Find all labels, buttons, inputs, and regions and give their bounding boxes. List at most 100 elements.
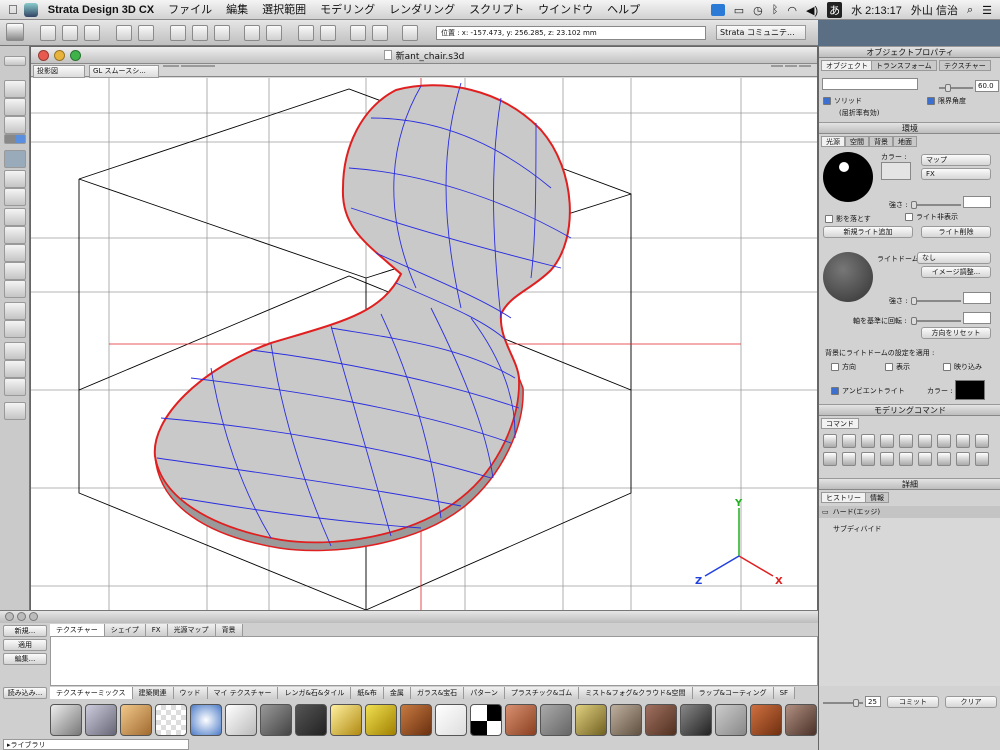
view-box-tool-icon[interactable] (4, 98, 26, 116)
new-texture-button[interactable]: 新規... (3, 625, 47, 637)
fx-select[interactable]: FX (921, 168, 991, 180)
viewport-canvas[interactable]: Y X Z (31, 78, 817, 610)
uv-editor-icon[interactable] (402, 25, 418, 41)
map-select[interactable]: マップ (921, 154, 991, 166)
move-tool-icon[interactable] (4, 262, 26, 280)
cut-icon[interactable] (170, 25, 186, 41)
close-window-icon[interactable] (38, 50, 49, 61)
search-icon[interactable]: ⌕ (967, 4, 973, 17)
category-plastic[interactable]: プラスチック&ゴム (504, 687, 580, 699)
category-my-texture[interactable]: マイ テクスチャー (207, 687, 279, 699)
texture-swatch[interactable] (330, 704, 362, 736)
subdivision-slider[interactable] (823, 699, 863, 707)
polygon-command-icon[interactable] (975, 434, 989, 448)
texture-swatch[interactable] (50, 704, 82, 736)
texture-swatch[interactable] (295, 704, 327, 736)
texture-swatch[interactable] (715, 704, 747, 736)
select-point-tool-icon[interactable] (4, 170, 26, 188)
dropbox-icon[interactable] (710, 4, 725, 16)
subdivide-command-icon[interactable] (956, 434, 970, 448)
grid-tool-icon[interactable] (4, 320, 26, 338)
redo-icon[interactable] (266, 25, 282, 41)
light-preview-sphere[interactable] (823, 152, 873, 202)
display-icon[interactable]: ▭ (734, 4, 744, 17)
load-texture-button[interactable]: 読み込み... (3, 687, 47, 699)
weld-command-icon[interactable] (880, 452, 894, 466)
menu-help[interactable]: ヘルプ (600, 0, 647, 20)
view-cube-tool-icon[interactable] (4, 80, 26, 98)
texture-swatch[interactable] (680, 704, 712, 736)
lathe-command-icon[interactable] (842, 434, 856, 448)
category-architecture[interactable]: 建築関連 (132, 687, 174, 699)
scale-tool-icon[interactable] (4, 244, 26, 262)
tab-light[interactable]: 光源 (821, 136, 845, 147)
stretch-command-icon[interactable] (937, 452, 951, 466)
new-light-button[interactable]: 新規ライト追加 (823, 226, 913, 238)
history-item-hard-edge[interactable]: ▭ ハード(エッジ) (819, 506, 1000, 518)
solid-checkbox[interactable]: ソリッド (823, 96, 862, 106)
extrude-command-icon[interactable] (823, 434, 837, 448)
texture-palette-zoom-icon[interactable] (29, 612, 38, 621)
eyedropper-tool-icon[interactable] (4, 402, 26, 420)
line-tool-icon[interactable] (4, 302, 26, 320)
reset-direction-button[interactable]: 方向をリセット (921, 327, 991, 339)
texture-swatch[interactable] (610, 704, 642, 736)
volume-icon[interactable]: ◀) (806, 4, 818, 17)
dome-strength-slider[interactable] (911, 297, 961, 305)
light-color-well[interactable] (881, 162, 911, 180)
path-extrude-command-icon[interactable] (899, 434, 913, 448)
direction-checkbox[interactable]: 方向 (831, 362, 856, 372)
boolean-command-icon[interactable] (937, 434, 951, 448)
3d-viewport[interactable]: Y X Z (31, 78, 817, 610)
skin-command-icon[interactable] (880, 434, 894, 448)
clear-button[interactable]: クリア (945, 696, 997, 708)
history-item-subdivide[interactable]: サブディバイド (833, 524, 882, 534)
tab-shape[interactable]: シェイプ (104, 624, 146, 636)
texture-swatch[interactable] (505, 704, 537, 736)
undo-icon[interactable] (244, 25, 260, 41)
split-command-icon[interactable] (899, 452, 913, 466)
menu-rendering[interactable]: レンダリング (382, 0, 462, 20)
layout-options-icon[interactable] (799, 65, 811, 67)
bluetooth-icon[interactable]: ᛒ (772, 4, 779, 16)
category-glass[interactable]: ガラス&宝石 (410, 687, 465, 699)
texture-swatch[interactable] (225, 704, 257, 736)
photoshop-export-icon[interactable] (138, 25, 154, 41)
layout-single-icon[interactable] (771, 65, 783, 67)
user-name[interactable]: 外山 信治 (911, 2, 958, 18)
tab-transform[interactable]: トランスフォーム (871, 60, 937, 71)
tab-history[interactable]: ヒストリー (821, 492, 866, 503)
commit-button[interactable]: コミット (887, 696, 939, 708)
texture-swatch[interactable] (365, 704, 397, 736)
view-render-tool-icon[interactable] (4, 116, 26, 134)
delete-light-button[interactable]: ライト削除 (921, 226, 991, 238)
render-mode-select[interactable]: GL スムースシ... (89, 65, 159, 78)
category-sf[interactable]: SF (773, 687, 796, 699)
cube-app-icon[interactable] (6, 23, 24, 41)
texture-swatch[interactable] (120, 704, 152, 736)
mirror-command-icon[interactable] (861, 452, 875, 466)
category-paper-cloth[interactable]: 紙&布 (351, 687, 384, 699)
light-dome-select[interactable]: なし (917, 252, 991, 264)
texture-swatch[interactable] (260, 704, 292, 736)
ime-indicator[interactable]: あ (827, 2, 843, 18)
tab-fx[interactable]: FX (145, 624, 168, 636)
texture-palette-min-icon[interactable] (17, 612, 26, 621)
align-command-icon[interactable] (956, 452, 970, 466)
wifi-icon[interactable]: ◠ (787, 4, 797, 17)
menu-file[interactable]: ファイル (161, 0, 219, 20)
edit-texture-button[interactable]: 編集... (3, 653, 47, 665)
path-tool-icon[interactable] (4, 280, 26, 298)
copy-icon[interactable] (192, 25, 208, 41)
tool-palette-close-icon[interactable] (4, 56, 26, 66)
open-folder-icon[interactable] (62, 25, 78, 41)
rotate-axis-field[interactable] (963, 312, 991, 324)
chair-mesh[interactable] (153, 84, 571, 544)
object-name-field[interactable] (822, 78, 918, 90)
minimize-window-icon[interactable] (54, 50, 65, 61)
tab-command[interactable]: コマンド (821, 418, 859, 429)
hide-light-checkbox[interactable]: ライト非表示 (905, 212, 958, 222)
category-metal[interactable]: 金属 (383, 687, 411, 699)
menu-script[interactable]: スクリプト (462, 0, 531, 20)
explode-icon[interactable] (372, 25, 388, 41)
